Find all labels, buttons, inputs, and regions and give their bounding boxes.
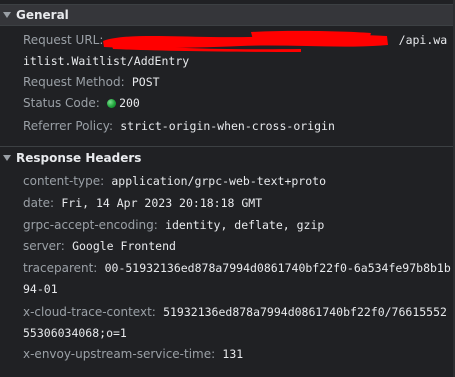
- header-row-traceparent: traceparent: 00-51932136ed878a7994d08617…: [23, 258, 453, 300]
- status-code-label: Status Code:: [23, 96, 100, 110]
- redaction-mark: [103, 30, 388, 52]
- header-value: identity, deflate, gzip: [165, 218, 325, 232]
- header-row-server: server: Google Frontend: [23, 236, 453, 257]
- header-row-x-envoy-upstream-service-time: x-envoy-upstream-service-time: 131: [23, 344, 453, 365]
- header-key: date:: [23, 196, 55, 210]
- status-code-value: 200: [119, 96, 140, 110]
- header-value: application/grpc-web-text+proto: [111, 174, 326, 188]
- header-row-content-type: content-type: application/grpc-web-text+…: [23, 171, 453, 192]
- header-value: 131: [222, 347, 244, 361]
- referrer-policy-value: strict-origin-when-cross-origin: [120, 119, 335, 133]
- general-section-header[interactable]: General: [0, 4, 455, 26]
- expand-triangle-icon: [3, 12, 11, 18]
- expand-triangle-icon: [3, 154, 11, 161]
- status-ok-icon: [107, 99, 117, 108]
- general-section-title: General: [16, 8, 69, 22]
- request-url-label: Request URL:: [23, 33, 104, 47]
- header-key: x-envoy-upstream-service-time:: [23, 347, 216, 361]
- header-value: Google Frontend: [72, 239, 176, 253]
- referrer-policy-row: Referrer Policy: strict-origin-when-cros…: [23, 116, 453, 137]
- header-row-date: date: Fri, 14 Apr 2023 20:18:18 GMT: [23, 193, 453, 214]
- response-headers-section-header[interactable]: Response Headers: [0, 146, 455, 168]
- request-method-value: POST: [131, 75, 160, 89]
- header-key: traceparent:: [23, 261, 98, 275]
- header-key: x-cloud-trace-context:: [23, 305, 156, 319]
- referrer-policy-label: Referrer Policy:: [23, 119, 113, 133]
- header-key: server:: [23, 239, 65, 253]
- request-method-row: Request Method: POST: [23, 72, 453, 93]
- status-code-row: Status Code: 200: [23, 93, 453, 114]
- header-row-x-cloud-trace-context: x-cloud-trace-context: 51932136ed878a799…: [23, 302, 453, 344]
- header-key: content-type:: [23, 174, 105, 188]
- request-method-label: Request Method:: [23, 75, 125, 89]
- header-key: grpc-accept-encoding:: [23, 218, 158, 232]
- response-headers-title: Response Headers: [16, 150, 142, 165]
- header-row-grpc-accept-encoding: grpc-accept-encoding: identity, deflate,…: [23, 215, 453, 236]
- header-value: Fri, 14 Apr 2023 20:18:18 GMT: [61, 196, 263, 210]
